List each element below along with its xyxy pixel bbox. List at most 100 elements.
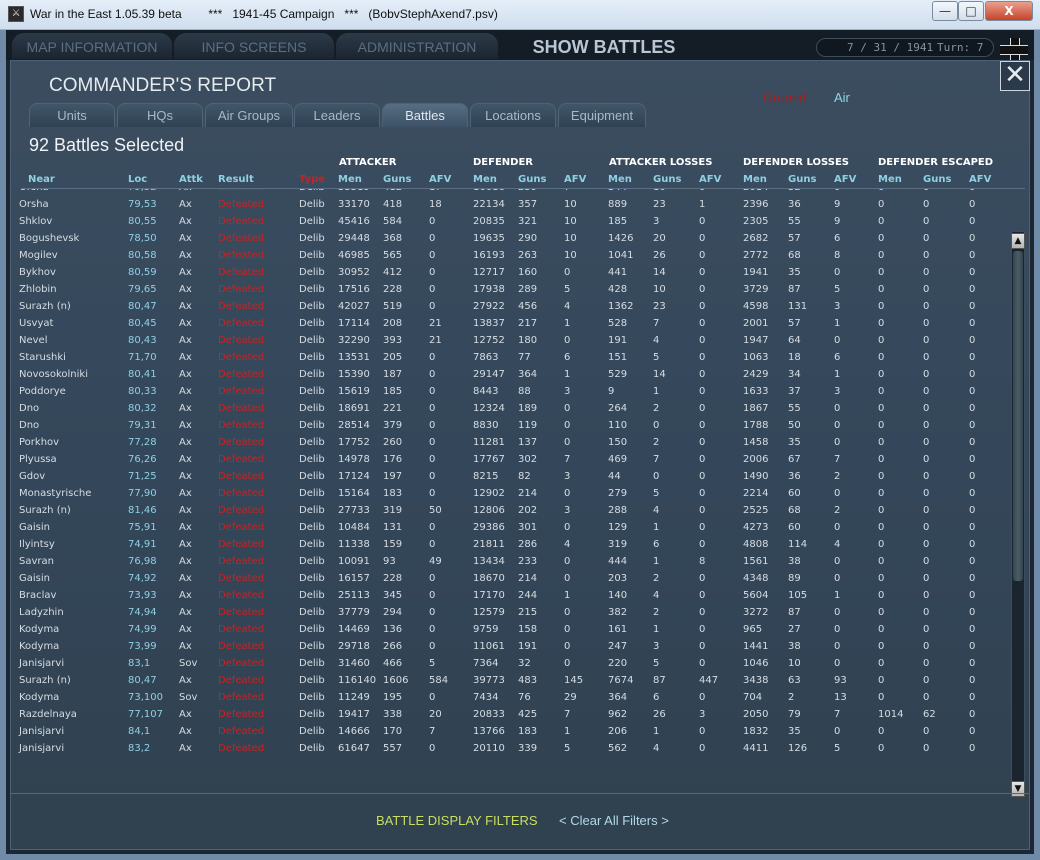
cell-near[interactable]: Kodyma	[19, 638, 59, 655]
table-row[interactable]: Nevel 80,43 Ax Defeated Delib 32290 393 21 12752…	[11, 332, 1011, 349]
cell-near[interactable]: Novosokolniki	[19, 366, 88, 383]
col-header-esc-guns[interactable]: Guns	[923, 174, 951, 185]
cell-near[interactable]: Orsha	[19, 196, 49, 213]
cell-near[interactable]: Plyussa	[19, 451, 57, 468]
cell-near[interactable]: Mogilev	[19, 247, 58, 264]
cell-near[interactable]: Poddorye	[19, 383, 66, 400]
table-row[interactable]: Bykhov 80,59 Ax Defeated Delib 30952 412 0 12717…	[11, 264, 1011, 281]
cell-near[interactable]: Bogushevsk	[19, 230, 79, 247]
table-row[interactable]: Starushki 71,70 Ax Defeated Delib 13531 205 0 78…	[11, 349, 1011, 366]
tab-locations[interactable]: Locations	[470, 103, 556, 127]
cell-near[interactable]: Savran	[19, 553, 54, 570]
table-row[interactable]: Dno 80,32 Ax Defeated Delib 18691 221 0 12324 189…	[11, 400, 1011, 417]
col-header-type[interactable]: Type	[299, 174, 325, 185]
col-header-attk[interactable]: Attk	[179, 174, 203, 185]
table-row[interactable]: Janisjarvi 83,1 Sov Defeated Delib 31460 466 5 7…	[11, 655, 1011, 672]
table-row[interactable]: Kodyma 73,100 Sov Defeated Delib 11249 195 0 743…	[11, 689, 1011, 706]
cell-near[interactable]: Kodyma	[19, 689, 59, 706]
tab-battles[interactable]: Battles	[382, 103, 468, 127]
scroll-up-button[interactable]: ▲	[1011, 233, 1025, 249]
table-row[interactable]: Poddorye 80,33 Ax Defeated Delib 15619 185 0 844…	[11, 383, 1011, 400]
table-row[interactable]: Janisjarvi 84,1 Ax Defeated Delib 14666 170 7 13…	[11, 723, 1011, 740]
col-header-defl-men[interactable]: Men	[743, 174, 767, 185]
tab-air-groups[interactable]: Air Groups	[205, 103, 293, 127]
col-header-def-afv[interactable]: AFV	[564, 174, 586, 185]
table-row[interactable]: Plyussa 76,26 Ax Defeated Delib 14978 176 0 1776…	[11, 451, 1011, 468]
cell-near[interactable]: Gaisin	[19, 519, 50, 536]
cell-near[interactable]: Braclav	[19, 587, 56, 604]
col-header-att-afv[interactable]: AFV	[429, 174, 451, 185]
table-row[interactable]: Gdov 71,25 Ax Defeated Delib 17124 197 0 8215 82 3…	[11, 468, 1011, 485]
table-row[interactable]: Porkhov 77,28 Ax Defeated Delib 17752 260 0 1128…	[11, 434, 1011, 451]
table-row[interactable]: Zhlobin 79,65 Ax Defeated Delib 17516 228 0 1793…	[11, 281, 1011, 298]
cell-near[interactable]: Ladyzhin	[19, 604, 64, 621]
cell-near[interactable]: Dno	[19, 417, 39, 434]
table-row[interactable]: Ladyzhin 74,94 Ax Defeated Delib 37779 294 0 125…	[11, 604, 1011, 621]
nav-map-information[interactable]: MAP INFORMATION	[12, 33, 172, 59]
col-header-att-men[interactable]: Men	[338, 174, 362, 185]
col-header-loc[interactable]: Loc	[128, 174, 147, 185]
table-row[interactable]: Janisjarvi 83,2 Ax Defeated Delib 61647 557 0 20…	[11, 740, 1011, 757]
col-header-result[interactable]: Result	[218, 174, 254, 185]
table-row[interactable]: Novosokolniki 80,41 Ax Defeated Delib 15390 18…	[11, 366, 1011, 383]
cell-near[interactable]: Bykhov	[19, 264, 56, 281]
window-close-button[interactable]: X	[985, 1, 1033, 21]
cell-near[interactable]: Nevel	[19, 332, 47, 349]
table-row[interactable]: Surazh (n) 80,47 Ax Defeated Delib 116140 1606…	[11, 672, 1011, 689]
nav-administration[interactable]: ADMINISTRATION	[336, 33, 498, 59]
col-header-defl-guns[interactable]: Guns	[788, 174, 816, 185]
col-header-attl-guns[interactable]: Guns	[653, 174, 681, 185]
col-header-near[interactable]: Near	[28, 174, 55, 185]
col-header-def-men[interactable]: Men	[473, 174, 497, 185]
col-header-attl-afv[interactable]: AFV	[699, 174, 721, 185]
col-header-def-guns[interactable]: Guns	[518, 174, 546, 185]
maximize-button[interactable]: □	[958, 1, 984, 21]
nav-info-screens[interactable]: INFO SCREENS	[174, 33, 334, 59]
cell-near[interactable]: Shklov	[19, 213, 52, 230]
tab-leaders[interactable]: Leaders	[294, 103, 380, 127]
cell-near[interactable]: Gdov	[19, 468, 45, 485]
scrollbar-thumb[interactable]	[1013, 251, 1023, 581]
cell-near[interactable]: Usvyat	[19, 315, 53, 332]
report-close-button[interactable]: ✕	[1000, 61, 1030, 91]
cell-near[interactable]: Dno	[19, 400, 39, 417]
cell-near[interactable]: Janisjarvi	[19, 723, 64, 740]
cell-near[interactable]: Surazh (n)	[19, 672, 71, 689]
col-header-attl-men[interactable]: Men	[608, 174, 632, 185]
cell-near[interactable]: Porkhov	[19, 434, 59, 451]
cell-near[interactable]: Starushki	[19, 349, 66, 366]
cell-near[interactable]: Monastyrische	[19, 485, 91, 502]
cell-near[interactable]: Janisjarvi	[19, 740, 64, 757]
table-row[interactable]: Kodyma 73,99 Ax Defeated Delib 29718 266 0 11061…	[11, 638, 1011, 655]
col-header-defl-afv[interactable]: AFV	[834, 174, 856, 185]
table-row[interactable]: Gaisin 75,91 Ax Defeated Delib 10484 131 0 29386…	[11, 519, 1011, 536]
clear-all-filters-button[interactable]: < Clear All Filters >	[559, 813, 669, 828]
cell-near[interactable]: Kodyma	[19, 621, 59, 638]
col-header-esc-afv[interactable]: AFV	[969, 174, 991, 185]
scroll-down-button[interactable]: ▼	[1011, 781, 1025, 797]
cell-near[interactable]: Orsha	[19, 189, 49, 196]
cell-near[interactable]: Gaisin	[19, 570, 50, 587]
ground-toggle[interactable]: Ground	[763, 90, 806, 105]
table-row[interactable]: Gaisin 74,92 Ax Defeated Delib 16157 228 0 18670…	[11, 570, 1011, 587]
table-row[interactable]: Ilyintsy 74,91 Ax Defeated Delib 11338 159 0 218…	[11, 536, 1011, 553]
table-row[interactable]: Surazh (n) 80,47 Ax Defeated Delib 42027 519 0 2…	[11, 298, 1011, 315]
table-row[interactable]: Braclav 73,93 Ax Defeated Delib 25113 345 0 1717…	[11, 587, 1011, 604]
table-row[interactable]: Savran 76,98 Ax Defeated Delib 10091 93 49 13434…	[11, 553, 1011, 570]
table-row[interactable]: Usvyat 80,45 Ax Defeated Delib 17114 208 21 1383…	[11, 315, 1011, 332]
minimize-button[interactable]: —	[932, 1, 958, 21]
col-header-esc-men[interactable]: Men	[878, 174, 902, 185]
cell-near[interactable]: Zhlobin	[19, 281, 57, 298]
cell-near[interactable]: Surazh (n)	[19, 298, 71, 315]
cell-near[interactable]: Ilyintsy	[19, 536, 55, 553]
table-row[interactable]: Orsha 79,52 Ax Defeated Delib 33519 412 17 16016…	[11, 189, 1011, 196]
table-row[interactable]: Surazh (n) 81,46 Ax Defeated Delib 27733 319 50…	[11, 502, 1011, 519]
cell-near[interactable]: Janisjarvi	[19, 655, 64, 672]
table-row[interactable]: Orsha 79,53 Ax Defeated Delib 33170 418 18 22134…	[11, 196, 1011, 213]
air-toggle[interactable]: Air	[834, 90, 850, 105]
tab-units[interactable]: Units	[29, 103, 115, 127]
table-row[interactable]: Monastyrische 77,90 Ax Defeated Delib 15164 18…	[11, 485, 1011, 502]
tab-equipment[interactable]: Equipment	[558, 103, 646, 127]
table-row[interactable]: Mogilev 80,58 Ax Defeated Delib 46985 565 0 1619…	[11, 247, 1011, 264]
table-row[interactable]: Dno 79,31 Ax Defeated Delib 28514 379 0 8830 119 0…	[11, 417, 1011, 434]
